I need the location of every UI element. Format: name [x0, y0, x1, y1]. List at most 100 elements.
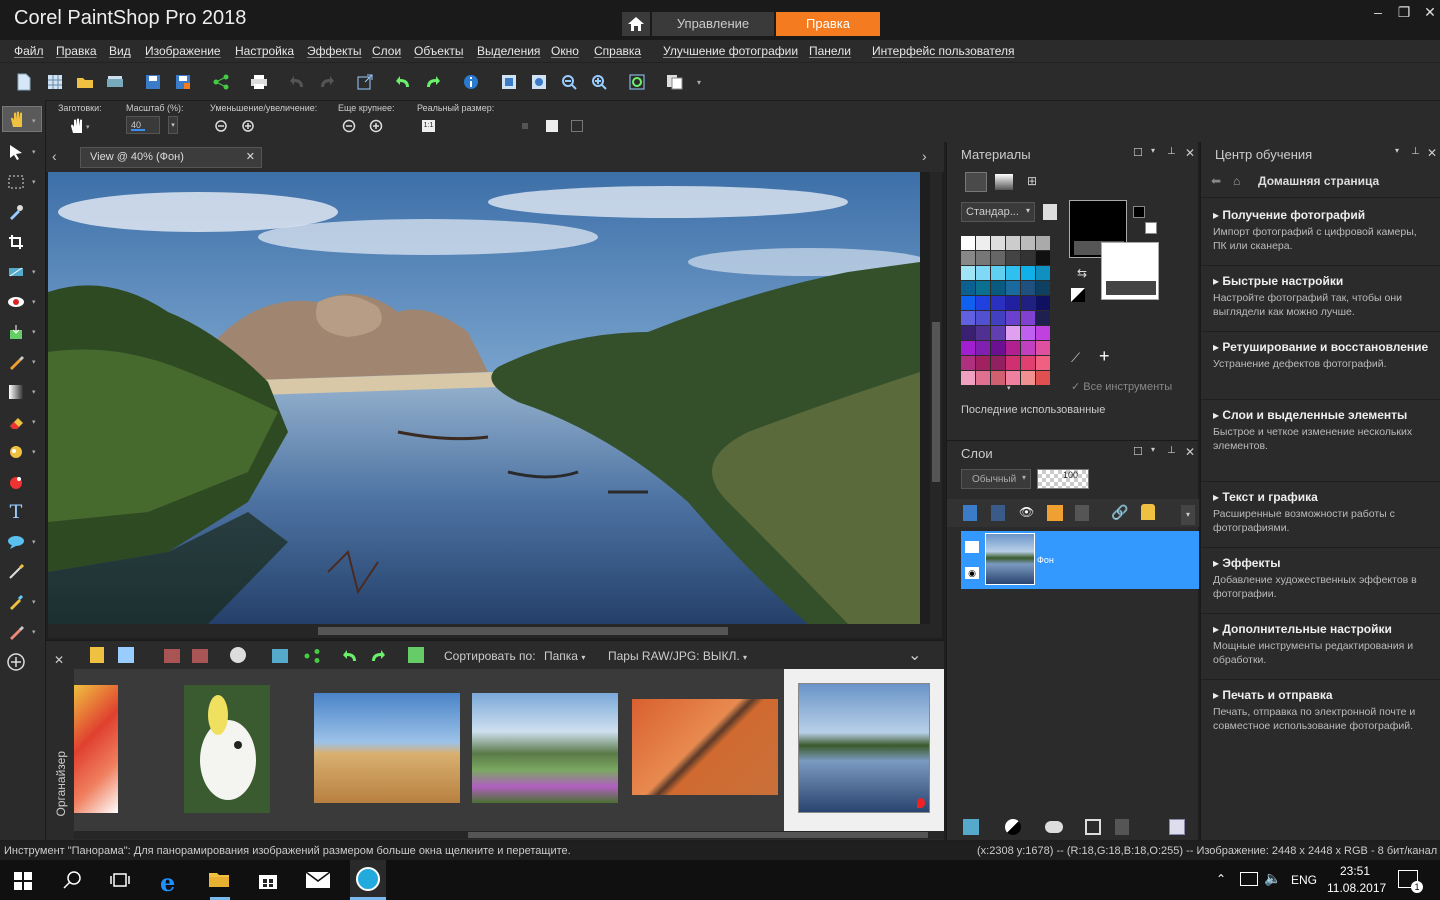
paint-brush-tool-dropdown-icon[interactable]: ▾	[32, 358, 36, 366]
arrange-dropdown-icon[interactable]: ▾	[689, 72, 709, 92]
background-color-swatch[interactable]	[1101, 242, 1159, 300]
pen-tool-icon[interactable]	[6, 562, 26, 582]
open-folder-icon[interactable]	[75, 72, 95, 92]
color-swatch[interactable]	[1006, 236, 1020, 250]
small-bg-swatch[interactable]	[1145, 222, 1157, 234]
color-swatch[interactable]	[976, 281, 990, 295]
layer-visibility-icon[interactable]: 👁	[1019, 505, 1035, 521]
learning-section-print[interactable]: ▸ Печать и отправка Печать, отправка по …	[1201, 680, 1440, 760]
menu-help[interactable]: Справка	[594, 44, 641, 58]
undo-disabled-icon[interactable]	[287, 72, 307, 92]
straighten-tool-icon[interactable]	[6, 262, 26, 282]
color-swatch[interactable]	[1036, 236, 1050, 250]
color-swatch[interactable]	[961, 281, 975, 295]
thumbnail-balloons[interactable]	[74, 685, 118, 813]
color-swatch[interactable]	[961, 236, 975, 250]
smudge-tool-icon[interactable]	[6, 622, 26, 642]
home-button[interactable]	[622, 12, 650, 36]
color-swatch[interactable]	[1006, 281, 1020, 295]
color-swatch-grid[interactable]	[961, 236, 1053, 388]
color-swatch[interactable]	[961, 266, 975, 280]
organizer-rotate-right-icon[interactable]	[370, 649, 386, 666]
layer-style-icon[interactable]	[1047, 505, 1063, 521]
new-layer-icon[interactable]	[963, 819, 979, 835]
color-swatch[interactable]	[991, 266, 1005, 280]
action-center-icon[interactable]: 1	[1398, 870, 1423, 893]
color-swatch[interactable]	[1021, 341, 1035, 355]
warp-brush-tool-dropdown-icon[interactable]: ▾	[32, 598, 36, 606]
raw-pairs-dropdown[interactable]: Пары RAW/JPG: ВЫКЛ. ▾	[608, 649, 747, 663]
color-swatch[interactable]	[991, 251, 1005, 265]
color-swatch[interactable]	[961, 296, 975, 310]
canvas-horizontal-scrollbar[interactable]	[48, 624, 942, 638]
layer-type-icon[interactable]	[965, 541, 979, 553]
menu-window[interactable]: Окно	[551, 44, 579, 58]
materials-close-icon[interactable]: ✕	[1185, 146, 1195, 160]
opacity-field[interactable]: 100	[1037, 469, 1089, 489]
add-swatch-icon[interactable]: +	[1099, 346, 1110, 367]
close-icon[interactable]: ✕	[1418, 4, 1440, 21]
color-swatch[interactable]	[976, 371, 990, 385]
color-swatch[interactable]	[976, 236, 990, 250]
color-swatch[interactable]	[1036, 311, 1050, 325]
color-swatch[interactable]	[961, 326, 975, 340]
edge-browser-icon[interactable]: e	[160, 868, 175, 897]
color-swatch[interactable]	[1006, 266, 1020, 280]
clone-tool-dropdown-icon[interactable]: ▾	[32, 328, 36, 336]
tab-manage[interactable]: Управление	[652, 12, 774, 36]
color-swatch[interactable]	[1021, 311, 1035, 325]
organizer-scrollbar[interactable]	[74, 831, 944, 839]
shape-tool-dropdown-icon[interactable]: ▾	[32, 538, 36, 546]
color-swatch[interactable]	[976, 341, 990, 355]
tab-scroll-left-icon[interactable]: ‹	[52, 148, 57, 164]
color-swatch[interactable]	[1006, 296, 1020, 310]
mail-icon[interactable]	[305, 871, 331, 891]
fill-tool-icon[interactable]	[6, 442, 26, 462]
view-frame-icon[interactable]	[571, 120, 583, 132]
learning-home-icon[interactable]: ⌂	[1233, 174, 1240, 188]
clock-date[interactable]: 11.08.2017	[1327, 881, 1386, 895]
color-swatch[interactable]	[976, 251, 990, 265]
color-swatch[interactable]	[961, 356, 975, 370]
thumbnail-cockatoo[interactable]	[184, 685, 270, 813]
crop-tool-icon[interactable]	[6, 232, 26, 252]
delete-layer-icon[interactable]	[1115, 819, 1129, 835]
redo-disabled-icon[interactable]	[317, 72, 337, 92]
menu-file[interactable]: Файл	[14, 44, 44, 58]
learning-section-effects[interactable]: ▸ Эффекты Добавление художественных эффе…	[1201, 548, 1440, 614]
layers-maximize-icon[interactable]: ☐	[1133, 445, 1143, 458]
color-swatch[interactable]	[1036, 251, 1050, 265]
layer-eye-icon[interactable]: ◉	[965, 567, 979, 579]
thumbnail-river[interactable]	[798, 683, 930, 813]
materials-maximize-icon[interactable]: ☐	[1133, 146, 1143, 159]
blend-mode-select[interactable]: Обычный ▾	[961, 469, 1031, 489]
back-icon[interactable]: ⬅	[1211, 174, 1221, 188]
image-canvas[interactable]	[48, 172, 920, 624]
menu-layers[interactable]: Слои	[372, 44, 401, 58]
sort-dropdown[interactable]: Папка ▾	[544, 649, 585, 663]
gradient-tool-dropdown-icon[interactable]: ▾	[32, 388, 36, 396]
language-indicator[interactable]: ENG	[1291, 873, 1317, 887]
color-swatch[interactable]	[1036, 341, 1050, 355]
color-swatch[interactable]	[1021, 236, 1035, 250]
learning-section-layers[interactable]: ▸ Слои и выделенные элементы Быстрое и ч…	[1201, 400, 1440, 482]
eraser-tool-dropdown-icon[interactable]: ▾	[32, 418, 36, 426]
learning-home-link[interactable]: Домашняя страница	[1258, 174, 1379, 188]
organizer-edit-icon[interactable]	[408, 647, 424, 663]
print-icon[interactable]	[249, 72, 269, 92]
zoom-in-small-icon[interactable]	[241, 119, 255, 136]
zoom-more-in-icon[interactable]	[369, 119, 383, 136]
color-swatch[interactable]	[961, 251, 975, 265]
organizer-view-icon[interactable]	[90, 647, 104, 663]
straighten-tool-dropdown-icon[interactable]: ▾	[32, 268, 36, 276]
zoom-out-small-icon[interactable]	[214, 119, 228, 136]
color-swatch[interactable]	[1006, 341, 1020, 355]
small-grid-icon[interactable]	[522, 123, 528, 129]
organizer-rotate-left-icon[interactable]	[342, 649, 358, 666]
color-swatch[interactable]	[1006, 356, 1020, 370]
color-swatch[interactable]	[1036, 356, 1050, 370]
color-swatch[interactable]	[976, 296, 990, 310]
color-swatch[interactable]	[961, 371, 975, 385]
color-swatch[interactable]	[976, 311, 990, 325]
fit-image-icon[interactable]	[529, 72, 549, 92]
